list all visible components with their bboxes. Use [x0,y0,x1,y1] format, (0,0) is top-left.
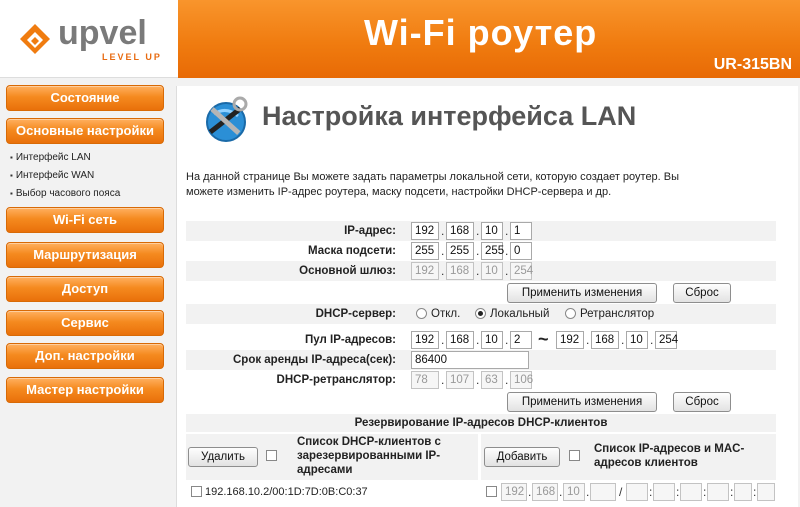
sidebar-item-routing[interactable]: Маршрутизация [6,242,164,268]
sidebar-subitem-lan[interactable]: Интерфейс LAN [10,152,91,163]
new-mac-octet-5[interactable] [734,483,752,501]
sidebar-item-service[interactable]: Сервис [6,310,164,336]
sidebar-item-advanced[interactable]: Доп. настройки [6,343,164,369]
logo-text: upvel [58,14,147,52]
mask-octet-4[interactable]: 0 [510,242,532,260]
reserved-entry-checkbox[interactable] [191,486,202,497]
dhcp-reset-button[interactable]: Сброс [673,392,731,412]
sidebar-item-wifi[interactable]: Wi-Fi сеть [6,207,164,233]
model-name: UR-315BN [713,56,792,73]
ip-octet-3[interactable]: 10 [481,222,503,240]
banner: Wi-Fi роутер UR-315BN [178,0,800,78]
new-mac-octet-3[interactable] [680,483,702,501]
add-button[interactable]: Добавить [484,447,560,467]
lan-apply-button[interactable]: Применить изменения [507,283,657,303]
pool-end-octet-2[interactable]: 168 [591,331,619,349]
new-mac-octet-1[interactable] [626,483,648,501]
mask-octet-2[interactable]: 255 [446,242,474,260]
dhcp-local-label: Локальный [490,308,550,320]
relay-octet-4[interactable]: 106 [510,371,533,389]
page-description: На данной странице Вы можете задать пара… [186,171,680,198]
relay-octet-1[interactable]: 78 [411,371,439,389]
gateway-octet-1[interactable]: 192 [411,262,439,280]
pool-end-octet-1[interactable]: 192 [556,331,584,349]
dhcp-off-label: Откл. [431,308,461,320]
clients-select-all-checkbox[interactable] [569,450,580,461]
dhcp-local-radio[interactable] [475,308,486,319]
pool-end-octet-4[interactable]: 254 [655,331,678,349]
mask-label: Маска подсети: [308,245,396,257]
pool-start-octet-2[interactable]: 168 [446,331,474,349]
sidebar-item-access[interactable]: Доступ [6,276,164,302]
new-mac-octet-2[interactable] [653,483,675,501]
page-title: Настройка интерфейса LAN [262,101,637,131]
dhcp-relay-mode-label: Ретранслятор [580,308,655,320]
dhcp-lease-input[interactable]: 86400 [411,351,529,369]
dhcp-lease-label: Срок аренды IP-адреса(сек): [232,354,396,366]
new-ip-octet-1[interactable]: 192 [501,483,527,501]
header: upvel LEVEL UP Wi-Fi роутер UR-315BN [0,0,800,78]
mask-octet-3[interactable]: 255 [481,242,504,260]
banner-title: Wi-Fi роутер [364,12,598,53]
ip-octet-2[interactable]: 168 [446,222,474,240]
ip-octet-4[interactable]: 1 [510,222,532,240]
new-client-checkbox[interactable] [486,486,497,497]
dhcp-apply-button[interactable]: Применить изменения [507,392,657,412]
gateway-octet-4[interactable]: 254 [510,262,533,280]
pool-end-octet-3[interactable]: 10 [626,331,648,349]
mask-octet-1[interactable]: 255 [411,242,439,260]
relay-octet-2[interactable]: 107 [446,371,474,389]
pool-start-octet-4[interactable]: 2 [510,331,532,349]
new-mac-octet-6[interactable] [757,483,775,501]
dhcp-relay-label: DHCP-ретранслятор: [276,374,396,386]
dhcp-pool-label: Пул IP-адресов: [305,334,396,346]
delete-button[interactable]: Удалить [188,447,258,467]
dhcp-relay-radio[interactable] [565,308,576,319]
range-separator: ~ [538,329,549,349]
new-ip-octet-2[interactable]: 168 [532,483,558,501]
new-mac-octet-4[interactable] [707,483,729,501]
reserved-list-label: Список DHCP-клиентов с зарезервированным… [297,436,441,476]
reserved-select-all-checkbox[interactable] [266,450,277,461]
upvel-logo-icon [20,24,50,54]
ip-octet-1[interactable]: 192 [411,222,439,240]
gateway-octet-3[interactable]: 10 [481,262,503,280]
logo[interactable]: upvel LEVEL UP [0,0,178,78]
sidebar-item-status[interactable]: Состояние [6,85,164,111]
relay-octet-3[interactable]: 63 [481,371,503,389]
dhcp-off-radio[interactable] [416,308,427,319]
reservation-header: Резервирование IP-адресов DHCP-клиентов [186,414,776,432]
sidebar-subitem-wan[interactable]: Интерфейс WAN [10,170,94,181]
pool-start-octet-3[interactable]: 10 [481,331,503,349]
lan-reset-button[interactable]: Сброс [673,283,731,303]
clients-list-label: Список IP-адресов и MAC-адресов клиентов [594,443,745,469]
gateway-label: Основной шлюз: [299,265,396,277]
sidebar-item-wizard[interactable]: Мастер настройки [6,377,164,403]
ip-label: IP-адрес: [344,225,396,237]
tools-icon [206,96,248,142]
new-ip-octet-3[interactable]: 10 [563,483,585,501]
sidebar-subitem-timezone[interactable]: Выбор часового пояса [10,188,120,199]
dhcp-server-label: DHCP-сервер: [315,308,396,320]
sidebar-item-basic-settings[interactable]: Основные настройки [6,118,164,144]
reserved-entry: 192.168.10.2/00:1D:7D:0B:C0:37 [205,486,368,498]
gateway-octet-2[interactable]: 168 [446,262,474,280]
new-ip-octet-4[interactable] [590,483,616,501]
logo-tagline: LEVEL UP [102,52,162,62]
pool-start-octet-1[interactable]: 192 [411,331,439,349]
